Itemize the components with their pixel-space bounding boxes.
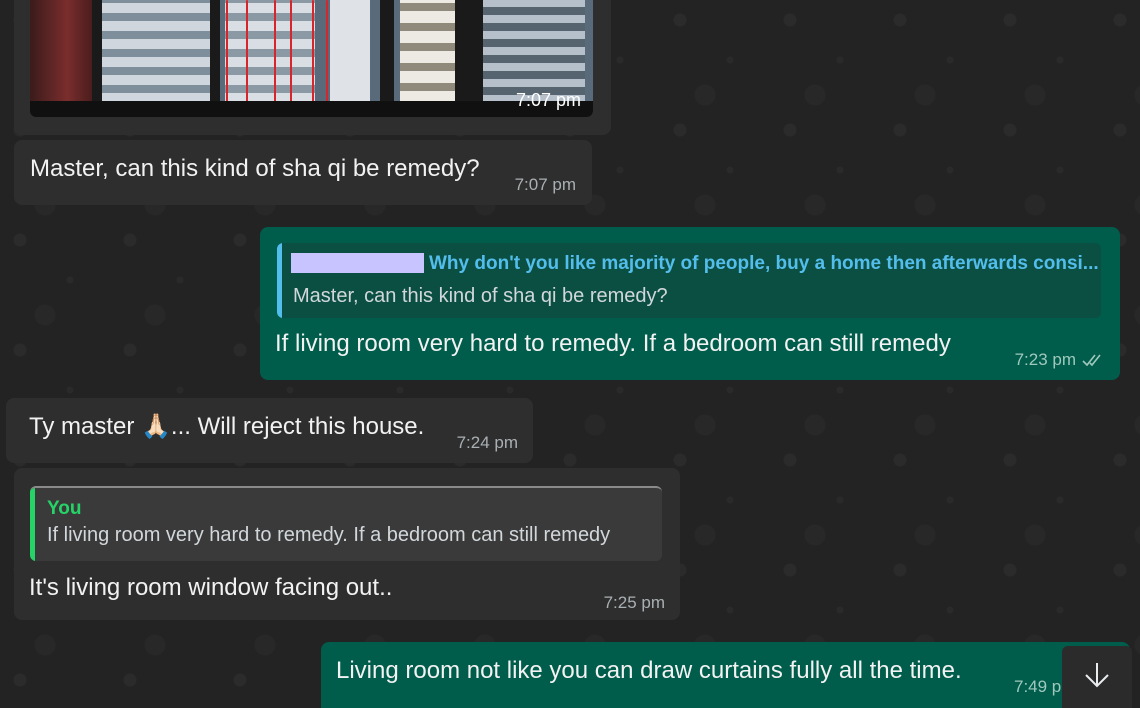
message-text: Ty master 🙏🏻... Will reject this house. <box>29 413 425 440</box>
message-photo[interactable]: 7:07 pm <box>30 0 593 117</box>
red-annotation-line <box>226 0 228 107</box>
scroll-to-bottom-button[interactable] <box>1062 646 1132 708</box>
message-text: If living room very hard to remedy. If a… <box>275 330 951 357</box>
incoming-message[interactable]: You If living room very hard to remedy. … <box>14 468 680 620</box>
photo-curtain <box>30 0 92 117</box>
window-frame <box>380 0 394 117</box>
message-text: Living room not like you can draw curtai… <box>336 657 962 684</box>
photo-building <box>330 0 370 103</box>
message-time: 7:23 pm <box>1014 350 1076 369</box>
quote-text: Master, can this kind of sha qi be remed… <box>293 285 668 307</box>
quote-accent-bar <box>277 243 282 318</box>
red-annotation-line <box>290 0 292 107</box>
red-annotation-line <box>326 0 328 107</box>
double-check-icon <box>1082 353 1104 372</box>
photo-building <box>100 0 220 103</box>
outgoing-message[interactable]: Living room not like you can draw curtai… <box>321 642 1130 708</box>
photo-building <box>475 0 585 103</box>
message-time: 7:24 pm <box>456 433 518 452</box>
redacted-name <box>291 253 424 273</box>
window-sill <box>30 101 593 117</box>
quote-author: Why don't you like majority of people, b… <box>429 253 1099 274</box>
quote-accent-bar <box>30 488 35 561</box>
photo-building <box>225 0 315 103</box>
message-time: 7:07 pm <box>514 175 576 194</box>
quote-text: If living room very hard to remedy. If a… <box>47 524 611 546</box>
arrow-down-icon <box>1082 660 1112 695</box>
window-frame <box>92 0 102 117</box>
incoming-message[interactable]: Master, can this kind of sha qi be remed… <box>14 140 592 205</box>
message-text: Master, can this kind of sha qi be remed… <box>30 155 480 182</box>
window-frame <box>455 0 483 117</box>
red-annotation-line <box>274 0 276 107</box>
message-time: 7:49 p <box>1014 677 1062 696</box>
quoted-message[interactable]: You If living room very hard to remedy. … <box>30 486 662 561</box>
message-time: 7:07 pm <box>515 90 581 110</box>
chat-panel[interactable]: 7:07 pm Master, can this kind of sha qi … <box>0 0 1140 708</box>
message-time: 7:25 pm <box>603 593 665 612</box>
incoming-message[interactable]: Ty master 🙏🏻... Will reject this house. … <box>6 398 533 463</box>
window-frame <box>210 0 220 117</box>
red-annotation-line <box>246 0 248 107</box>
quote-author: You <box>47 498 82 519</box>
image-message[interactable]: 7:07 pm <box>14 0 611 135</box>
outgoing-message[interactable]: Why don't you like majority of people, b… <box>260 227 1120 380</box>
message-text: It's living room window facing out.. <box>29 574 393 601</box>
quoted-message[interactable]: Why don't you like majority of people, b… <box>277 243 1101 318</box>
red-annotation-line <box>312 0 314 107</box>
